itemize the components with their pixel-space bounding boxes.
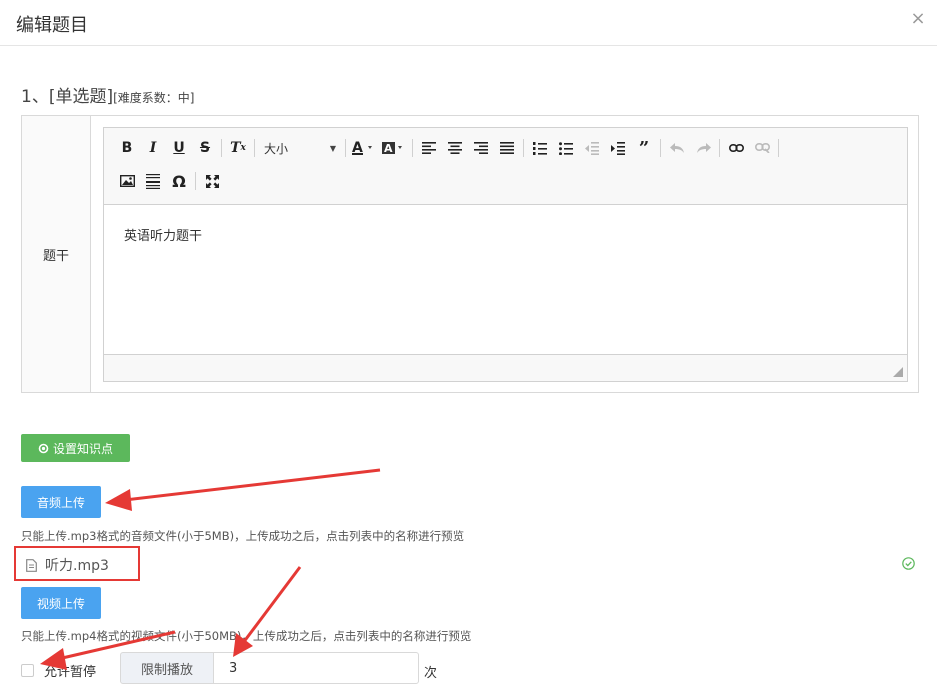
link-icon[interactable] [723,137,749,159]
toolbar-separator [254,139,255,157]
align-right-icon[interactable] [468,137,494,159]
font-size-select[interactable]: 大小 ▼ [258,137,342,159]
annotation-arrow [105,468,381,511]
text-color-icon[interactable]: A [349,137,379,159]
indent-icon[interactable] [605,137,631,159]
strikethrough-icon[interactable]: S [192,137,218,159]
fullscreen-icon[interactable] [199,170,225,192]
limit-play-input[interactable] [213,652,419,684]
allow-pause-checkbox[interactable]: 允许暂停 [21,661,96,680]
unlink-icon[interactable] [749,137,775,159]
align-center-icon[interactable] [442,137,468,159]
align-justify-icon[interactable] [494,137,520,159]
editor-toolbar: B I U S Tx 大小 ▼ A A ” Ω [104,128,907,205]
quote-icon[interactable]: ” [631,137,657,159]
check-circle-icon [902,557,915,570]
stem-label: 题干 [22,116,91,392]
chevron-down-icon: ▼ [329,143,336,153]
resize-handle-icon[interactable] [893,367,903,377]
outdent-icon[interactable] [579,137,605,159]
bold-icon[interactable]: B [114,137,140,159]
audio-upload-button[interactable]: 音频上传 [21,486,101,518]
toolbar-separator [523,139,524,157]
toolbar-separator [345,139,346,157]
background-color-icon[interactable]: A [379,137,409,159]
audio-upload-label: 音频上传 [36,495,85,510]
image-icon[interactable] [114,170,140,192]
set-knowledge-point-button[interactable]: 设置知识点 [21,434,130,462]
question-number: 1、 [21,87,49,107]
redo-icon[interactable] [690,137,716,159]
toolbar-row-1: B I U S Tx 大小 ▼ A A ” [114,137,782,159]
limit-play-addon: 限制播放 [120,652,214,684]
dialog-header: 编辑题目 × [0,0,937,46]
document-icon [26,558,37,572]
toolbar-separator [221,139,222,157]
video-upload-label: 视频上传 [36,596,85,611]
difficulty-label: [难度系数：中] [113,91,195,105]
question-type: [单选题] [48,87,114,107]
underline-icon[interactable]: U [166,137,192,159]
audio-upload-hint: 只能上传.mp3格式的音频文件(小于5MB)，上传成功之后，点击列表中的名称进行… [21,529,465,543]
editor-content[interactable]: 英语听力题干 [124,225,202,244]
toolbar-separator [195,172,196,190]
undo-icon[interactable] [664,137,690,159]
toolbar-separator [660,139,661,157]
italic-icon[interactable]: I [140,137,166,159]
svg-text:A: A [384,142,393,155]
font-size-select-label: 大小 [264,141,289,156]
toolbar-separator [719,139,720,157]
align-left-icon[interactable] [416,137,442,159]
clear-format-icon[interactable]: Tx [225,137,251,159]
close-icon[interactable]: × [908,9,928,29]
toolbar-row-2: Ω [114,170,225,192]
video-upload-button[interactable]: 视频上传 [21,587,101,619]
editor-statusbar [104,354,907,381]
audio-file-name: 听力.mp3 [45,558,109,574]
rich-text-editor: B I U S Tx 大小 ▼ A A ” Ω 英语听力题干 [103,127,908,382]
bullet-list-icon[interactable] [553,137,579,159]
limit-play-unit: 次 [424,666,438,681]
set-knowledge-point-label: 设置知识点 [52,441,113,456]
dialog-title: 编辑题目 [16,15,88,36]
video-upload-hint: 只能上传.mp4格式的视频文件(小于50MB)，上传成功之后，点击列表中的名称进… [21,629,472,643]
toolbar-separator [412,139,413,157]
allow-pause-label: 允许暂停 [44,665,97,680]
gear-icon [38,443,49,453]
numbered-list-icon[interactable] [527,137,553,159]
question-title: 1、[单选题][难度系数：中] [21,82,194,107]
special-char-icon[interactable]: Ω [166,170,192,192]
horizontal-line-icon[interactable] [140,170,166,192]
toolbar-separator [778,139,779,157]
checkbox-box[interactable] [21,664,34,677]
audio-file-item[interactable]: 听力.mp3 [26,555,109,575]
